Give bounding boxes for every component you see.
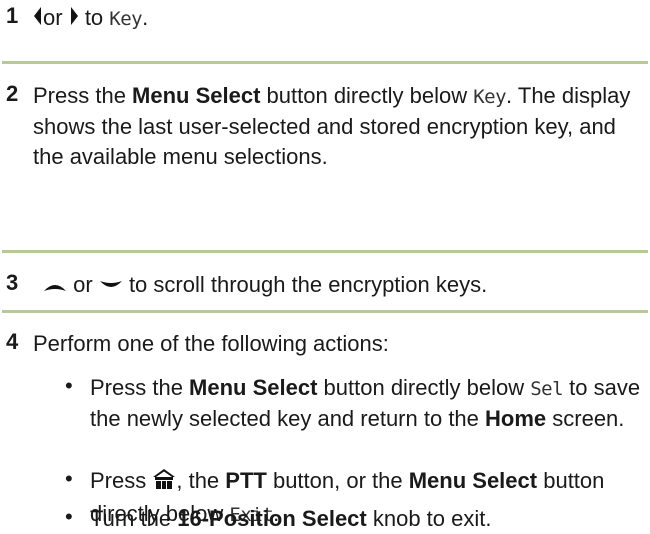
step-text: Perform one of the following actions:: [33, 331, 389, 356]
home-label: Home: [485, 406, 547, 431]
text-run: , the: [176, 468, 226, 493]
divider: [2, 310, 648, 313]
menu-select-label: Menu Select: [132, 83, 261, 108]
right-arrow-icon: [69, 4, 79, 34]
display-key-text: Key: [473, 86, 507, 108]
step-number: 2: [6, 81, 19, 106]
bullet: •: [65, 504, 73, 529]
menu-select-label: Menu Select: [408, 468, 538, 493]
bullet-text: Press the Menu Select button directly be…: [90, 373, 642, 434]
display-key-text: Key: [109, 8, 143, 30]
text-run: button directly below: [260, 83, 474, 108]
text-run: button directly below: [317, 375, 531, 400]
text-run: button, or the: [266, 468, 409, 493]
text-run: Press the: [90, 375, 190, 400]
bullet: •: [65, 466, 73, 491]
text-run: .: [506, 83, 513, 108]
text-run: Turn the: [90, 506, 178, 531]
ptt-label: PTT: [225, 468, 267, 493]
menu-select-label: Menu Select: [189, 375, 318, 400]
step-number: 4: [6, 329, 19, 354]
period: .: [142, 5, 149, 30]
step-number: 1: [6, 3, 19, 28]
up-arrow-icon: [43, 271, 67, 301]
bullet-text: Turn the 16-Position Select knob to exit…: [90, 504, 642, 534]
divider: [2, 61, 648, 64]
step-text: or to scroll through the encryption keys…: [43, 270, 642, 301]
bullet: •: [65, 373, 73, 398]
text-run: knob to exit.: [366, 506, 492, 531]
divider: [2, 250, 648, 253]
display-sel-text: Sel: [530, 378, 564, 400]
step-text: or to Key.: [33, 3, 642, 34]
step-number: 3: [6, 270, 19, 295]
down-arrow-icon: [99, 271, 123, 301]
text-run: screen.: [546, 406, 625, 431]
step-text: Press the Menu Select button directly be…: [33, 81, 642, 172]
to-text: to: [84, 5, 104, 30]
or-text: or: [73, 272, 93, 297]
text-run: to scroll through the encryption keys.: [128, 272, 488, 297]
left-arrow-icon: [33, 4, 43, 34]
or-text: or: [43, 5, 63, 30]
position-select-label: 16-Position Select: [177, 506, 367, 531]
text-run: Press: [90, 468, 153, 493]
home-icon: [152, 467, 176, 499]
text-run: Press the: [33, 83, 133, 108]
